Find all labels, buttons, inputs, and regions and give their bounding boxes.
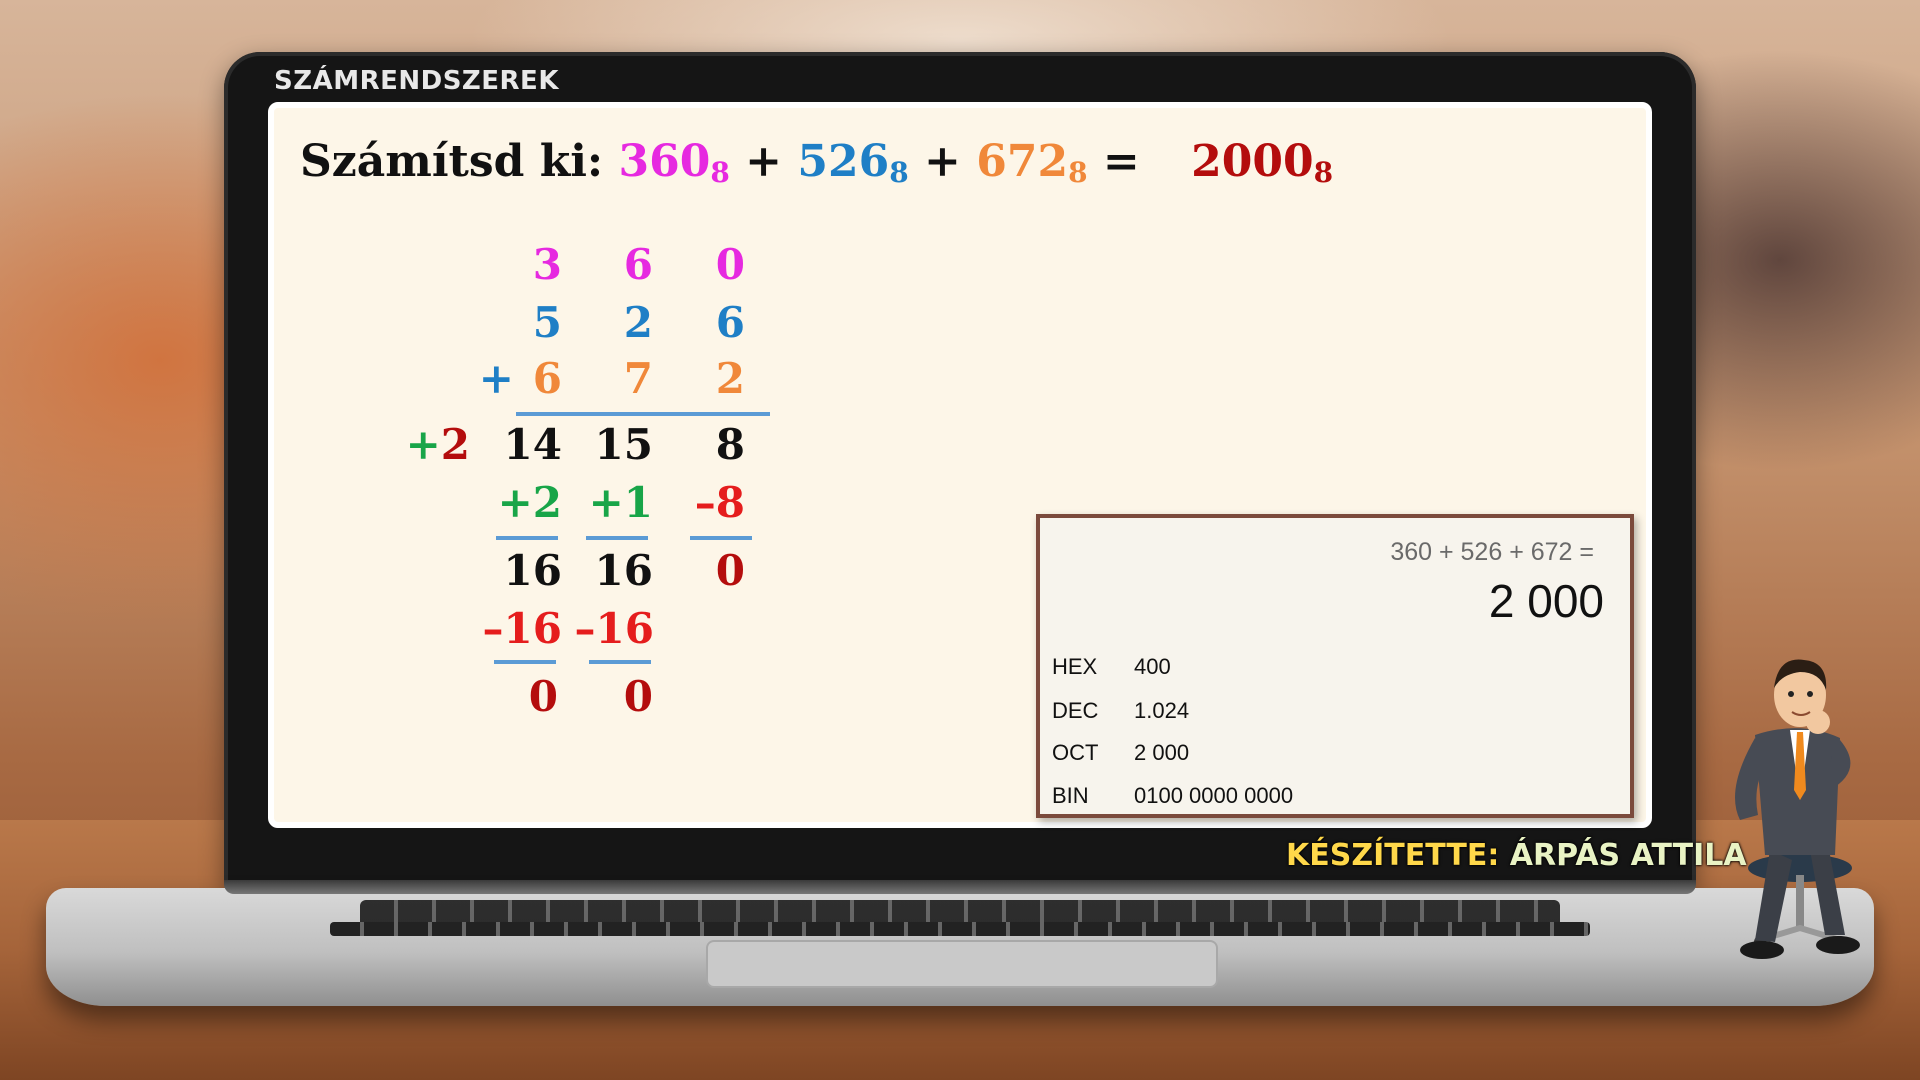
carry-adjust: –8: [694, 478, 745, 527]
operand-3: 6728: [976, 136, 1088, 189]
operand-1: 3608: [618, 136, 730, 189]
calc-row-hex[interactable]: HEX 400: [1052, 654, 1171, 680]
credit-label: KÉSZÍTETTE:: [1286, 838, 1500, 873]
column-sum: 14: [503, 420, 562, 469]
row2-digit: 2: [623, 298, 653, 347]
calc-row-oct[interactable]: OCT 2 000: [1052, 740, 1189, 766]
subtract-value: –16: [482, 604, 562, 653]
sum-line: [516, 412, 770, 416]
row1-digit: 0: [715, 240, 745, 289]
page-title: SZÁMRENDSZEREK: [274, 66, 559, 96]
carry-adjust: +1: [588, 478, 653, 527]
calculator-panel: 360 + 526 + 672 = 2 000 HEX 400 DEC 1.024 …: [1036, 514, 1634, 818]
row3-digit: 2: [715, 354, 745, 403]
row3-digit: 7: [623, 354, 653, 403]
subtotal: 16: [503, 546, 562, 595]
equation-prefix: Számítsd ki:: [300, 136, 604, 187]
subtract-line: [589, 660, 651, 664]
equation: Számítsd ki: 3608 + 5268 + 6728 = 20008: [300, 136, 1334, 189]
calculator-result: 2 000: [1488, 575, 1604, 627]
laptop-keyboard-row: [330, 922, 1590, 936]
laptop-trackpad: [706, 940, 1218, 988]
equation-result: 20008: [1191, 136, 1334, 189]
row1-digit: 6: [623, 240, 653, 289]
businessman-illustration: [1735, 659, 1860, 959]
row3-digit: 6: [532, 354, 562, 403]
adjust-line: [496, 536, 558, 540]
row2-digit: 5: [532, 298, 562, 347]
operator-plus: +: [924, 136, 961, 187]
adjust-line: [586, 536, 648, 540]
subtotal: 16: [594, 546, 653, 595]
laptop-hinge: [224, 880, 1696, 894]
result-digit: 0: [623, 672, 653, 721]
calculator-expression: 360 + 526 + 672 =: [1390, 538, 1594, 566]
equals-sign: =: [1102, 136, 1140, 187]
subtract-line: [494, 660, 556, 664]
operand-2: 5268: [797, 136, 909, 189]
credit: KÉSZÍTETTE: ÁRPÁS ATTILA: [1286, 838, 1747, 873]
operator-plus: +: [745, 136, 783, 187]
column-sum: 8: [715, 420, 745, 469]
carry-out: +2: [405, 420, 470, 469]
carry-adjust: +2: [497, 478, 562, 527]
calc-row-dec[interactable]: DEC 1.024: [1052, 698, 1189, 724]
adjust-line: [690, 536, 752, 540]
result-digit: 0: [528, 672, 558, 721]
column-sum: 15: [594, 420, 653, 469]
row2-digit: 6: [715, 298, 745, 347]
subtotal: 0: [715, 546, 745, 595]
calc-row-bin[interactable]: BIN 0100 0000 0000: [1052, 783, 1293, 809]
row1-digit: 3: [532, 240, 562, 289]
subtract-value: –16: [574, 604, 654, 653]
